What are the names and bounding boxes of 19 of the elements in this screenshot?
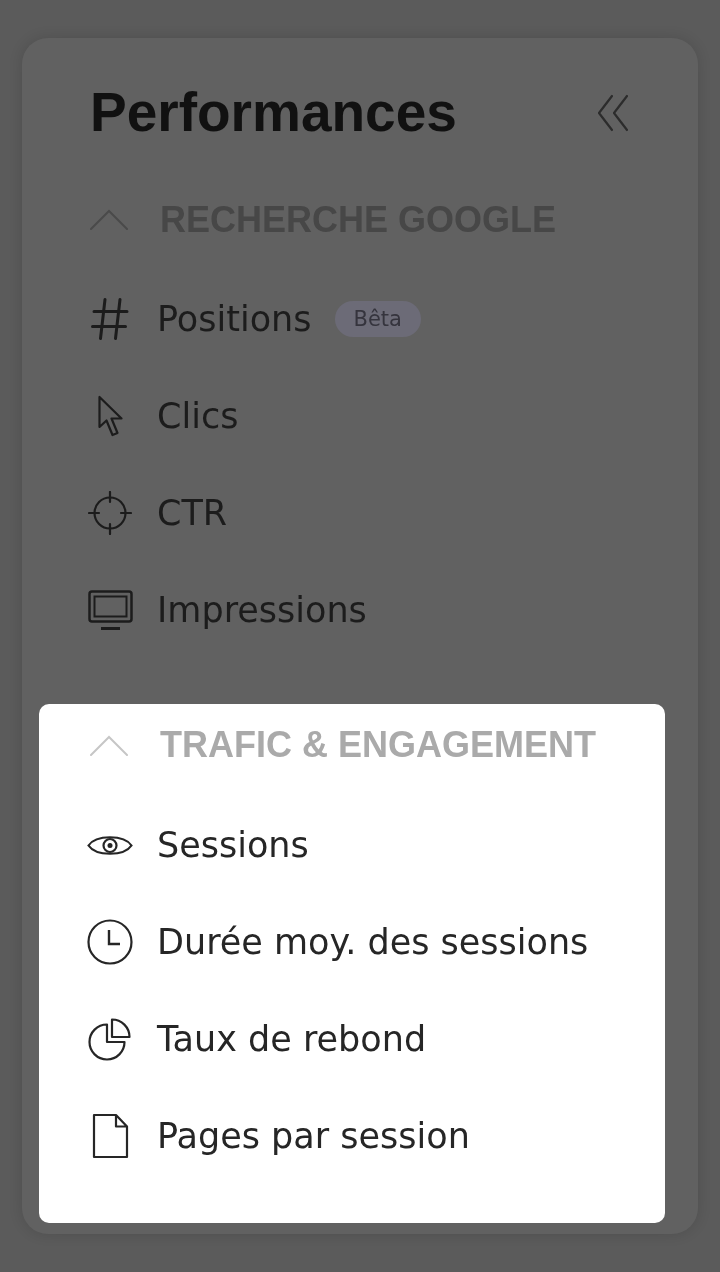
double-chevron-left-icon[interactable]: [596, 93, 630, 132]
document-icon: [91, 1113, 129, 1159]
beta-badge: Bêta: [334, 301, 421, 337]
nav-item[interactable]: CTR: [86, 491, 228, 535]
nav-item[interactable]: Durée moy. des sessions: [86, 919, 589, 965]
nav-item[interactable]: Pages par session: [86, 1113, 470, 1159]
nav-item[interactable]: Positions: [86, 297, 312, 341]
pie-chart-icon: [88, 1017, 132, 1061]
nav-item[interactable]: Sessions: [86, 823, 309, 867]
nav-item[interactable]: Taux de rebond: [86, 1017, 427, 1061]
nav-item[interactable]: Clics: [86, 394, 239, 438]
monitor-icon: [87, 589, 133, 631]
crosshair-icon: [88, 491, 132, 535]
nav-item[interactable]: Impressions: [86, 588, 367, 632]
clock-icon: [87, 919, 133, 965]
cursor-icon: [96, 394, 124, 438]
hash-icon: [91, 298, 129, 340]
section-header[interactable]: TRAFIC & ENGAGEMENT: [86, 720, 596, 770]
sidebar-title: Performances: [90, 85, 457, 140]
